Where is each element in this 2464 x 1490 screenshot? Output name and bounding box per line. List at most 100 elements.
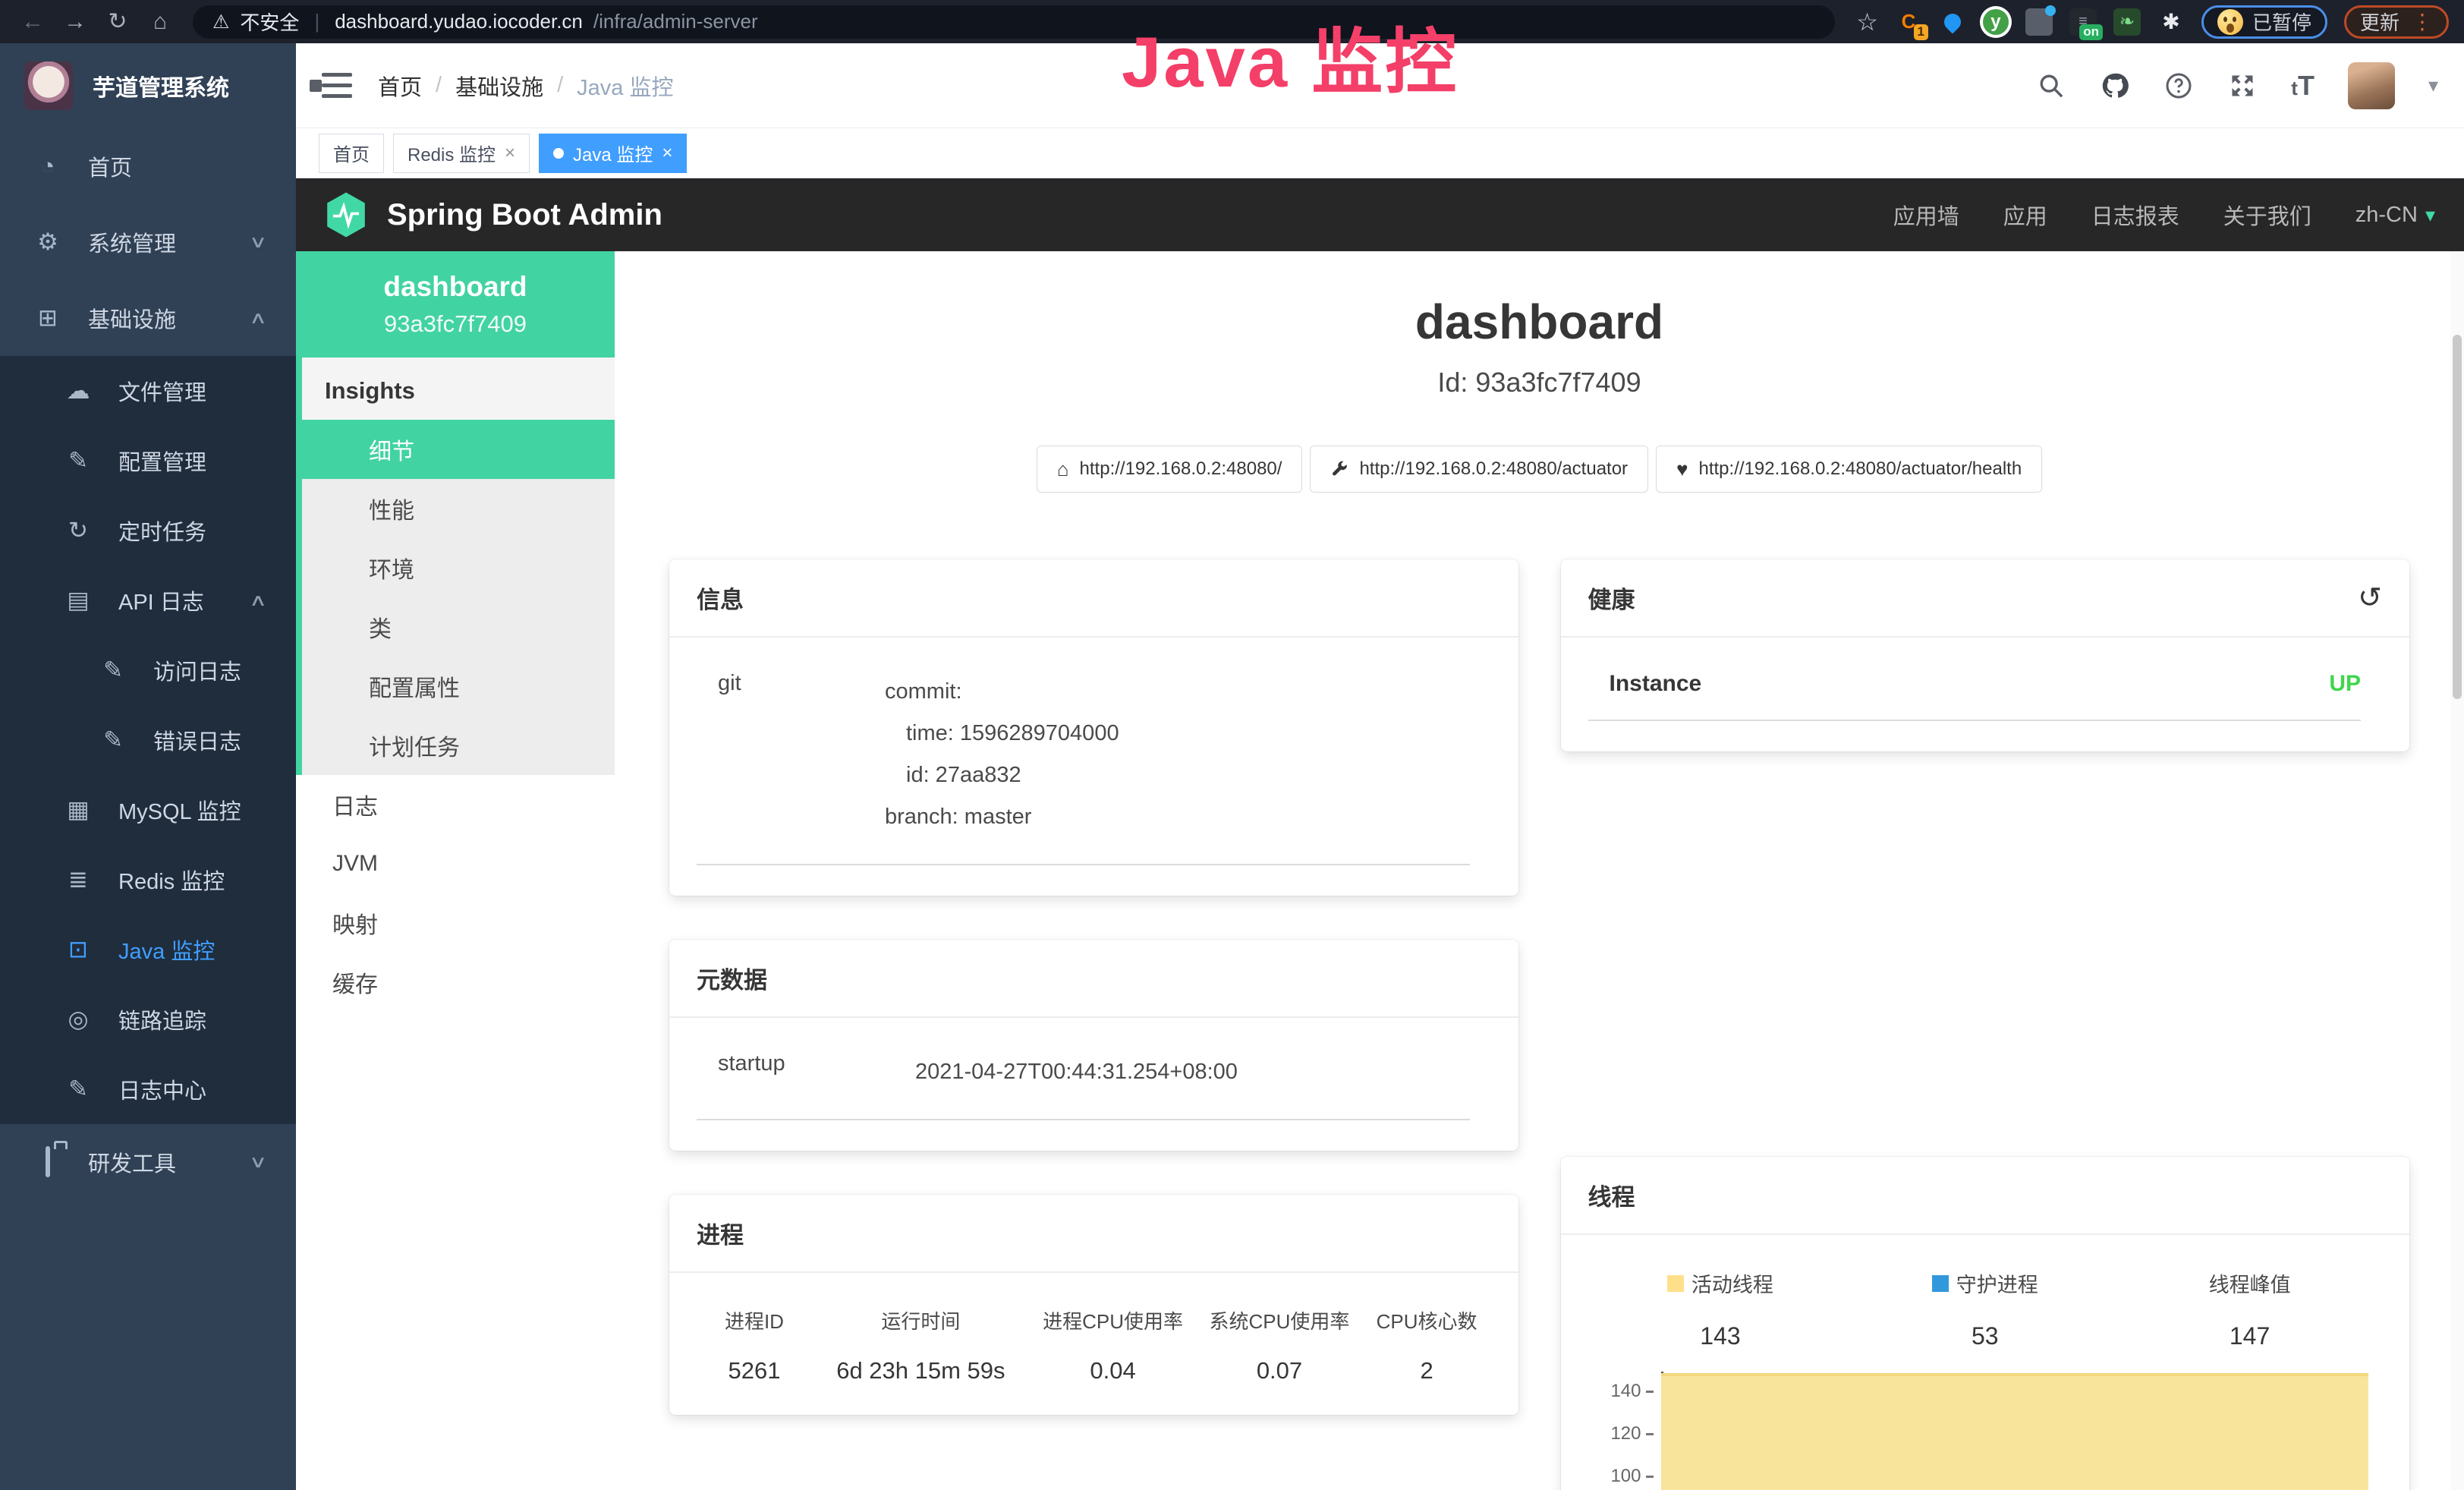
extension-icon-green-y[interactable]: y [1983, 9, 2009, 35]
tag-home[interactable]: 首页 [319, 134, 384, 173]
browser-home-button[interactable]: ⌂ [143, 5, 178, 39]
security-warning-icon[interactable]: ⚠ [212, 11, 229, 33]
font-size-icon[interactable]: tT [2291, 70, 2315, 102]
sba-root-items: 日志 JVM 映射 缓存 [296, 775, 615, 1012]
search-icon[interactable] [2036, 71, 2066, 101]
sba-item-classes[interactable]: 类 [302, 597, 615, 657]
health-card: 健康 ↺ Instance UP [1561, 559, 2410, 751]
info-git-row: git commit: time: 1596289704000 id: 27aa… [697, 671, 1470, 865]
update-button[interactable]: 更新 ⋮ [2344, 5, 2449, 39]
actuator-url-button[interactable]: http://192.168.0.2:48080/actuator [1310, 446, 1648, 493]
insights-group: Insights 细节 性能 环境 类 配置属性 计划任务 [296, 358, 615, 775]
sidebar-item-scheduled-jobs[interactable]: ↻ 定时任务 [0, 496, 296, 565]
sba-item-mappings[interactable]: 映射 [296, 893, 615, 953]
service-url-button[interactable]: ⌂ http://192.168.0.2:48080/ [1037, 446, 1303, 493]
sba-item-caches[interactable]: 缓存 [296, 953, 615, 1012]
breadcrumb-home[interactable]: 首页 [378, 70, 422, 102]
sidebar-item-java-monitor[interactable]: ⊡ Java 监控 [0, 915, 296, 984]
extension-icon-orange[interactable]: C 1 [1895, 8, 1922, 36]
address-bar[interactable]: ⚠ 不安全 | dashboard.yudao.iocoder.cn/infra… [193, 5, 1835, 39]
table-icon: ▦ [64, 796, 93, 824]
sidebar-item-redis-monitor[interactable]: ≣ Redis 监控 [0, 845, 296, 915]
sba-nav-journal[interactable]: 日志报表 [2091, 199, 2179, 231]
paused-indicator[interactable]: 已暂停 [2201, 5, 2327, 39]
health-instance-row[interactable]: Instance UP [1588, 671, 2362, 721]
sidebar-item-error-log[interactable]: ✎ 错误日志 [0, 705, 296, 775]
process-cell: 5261 [697, 1357, 812, 1384]
sba-brand[interactable]: Spring Boot Admin [325, 191, 662, 238]
health-history-icon[interactable]: ↺ [2358, 581, 2382, 615]
extension-icon-tampermonkey[interactable]: ≡ on [2069, 8, 2097, 36]
heartbeat-icon: ♥ [1676, 458, 1688, 481]
sidebar-item-file-manage[interactable]: ☁ 文件管理 [0, 356, 296, 426]
extensions-puzzle-icon[interactable]: ✱ [2157, 8, 2185, 36]
sba-item-details[interactable]: 细节 [302, 420, 615, 479]
avatar[interactable] [2348, 62, 2395, 109]
sidebar-item-system[interactable]: ⚙ 系统管理 ∨ [0, 204, 296, 280]
process-cell: 6d 23h 15m 59s [812, 1357, 1030, 1384]
tag-java-monitor[interactable]: Java 监控 × [539, 134, 687, 173]
sba-item-jvm[interactable]: JVM [296, 834, 615, 893]
browser-reload-button[interactable]: ↻ [100, 5, 135, 39]
sba-item-environment[interactable]: 环境 [302, 538, 615, 597]
sidebar-item-label: Java 监控 [118, 934, 215, 966]
extension-badge: 1 [1914, 24, 1928, 40]
sidebar-item-log-center[interactable]: ✎ 日志中心 [0, 1054, 296, 1124]
extension-icon-grid[interactable] [2025, 8, 2053, 36]
tag-redis-monitor[interactable]: Redis 监控 × [393, 134, 530, 173]
sidebar-item-trace[interactable]: ◎ 链路追踪 [0, 984, 296, 1054]
sba-item-config-props[interactable]: 配置属性 [302, 657, 615, 716]
health-url-label: http://192.168.0.2:48080/actuator/health [1699, 458, 2022, 480]
status-badge: UP [2329, 671, 2361, 697]
scrollbar-thumb[interactable] [2453, 335, 2462, 699]
sidebar-collapse-icon[interactable] [322, 73, 352, 99]
github-icon[interactable] [2100, 71, 2130, 101]
chevron-down-icon: ∨ [249, 1152, 267, 1172]
close-icon[interactable]: × [505, 143, 515, 164]
sba-sidebar: dashboard 93a3fc7f7409 Insights 细节 性能 环境… [296, 251, 615, 1490]
update-label: 更新 [2360, 8, 2399, 36]
browser-forward-button[interactable]: → [58, 5, 93, 39]
annotation-overlay-text: Java 监控 [1122, 5, 1459, 108]
live-threads-value: 143 [1588, 1322, 1853, 1350]
sidebar-item-api-log[interactable]: ▤ API 日志 ∧ [0, 565, 296, 635]
extension-icon-pin[interactable] [1939, 8, 1966, 36]
sba-brand-label: Spring Boot Admin [387, 198, 662, 232]
sidebar-item-config-manage[interactable]: ✎ 配置管理 [0, 426, 296, 496]
sba-item-logs[interactable]: 日志 [296, 775, 615, 834]
sidebar-item-access-log[interactable]: ✎ 访问日志 [0, 635, 296, 705]
legend-peak-threads: 线程峰值 [2117, 1268, 2382, 1298]
sidebar-item-home[interactable]: ◔ 首页 [0, 128, 296, 204]
screen-icon: ⊡ [64, 936, 93, 963]
browser-back-button[interactable]: ← [15, 5, 50, 39]
app-logo-row[interactable]: 芋道管理系统 [0, 43, 296, 128]
sba-item-scheduled-tasks[interactable]: 计划任务 [302, 716, 615, 775]
chart-plot-area [1661, 1381, 2369, 1490]
sba-item-metrics[interactable]: 性能 [302, 479, 615, 538]
sba-instance-header[interactable]: dashboard 93a3fc7f7409 [296, 251, 615, 358]
avatar-caret-icon[interactable]: ▾ [2428, 74, 2438, 97]
extension-icon-leaf[interactable]: ❧ [2113, 8, 2141, 36]
sidebar-item-mysql-monitor[interactable]: ▦ MySQL 监控 [0, 775, 296, 845]
help-icon[interactable] [2163, 71, 2194, 101]
sba-locale-select[interactable]: zh-CN ▾ [2355, 203, 2435, 228]
sba-nav-applications[interactable]: 应用 [2003, 199, 2047, 231]
browser-menu-icon[interactable]: ⋮ [2412, 9, 2433, 34]
sba-logo-icon [325, 191, 367, 238]
health-url-button[interactable]: ♥ http://192.168.0.2:48080/actuator/heal… [1656, 446, 2042, 493]
breadcrumb-infra[interactable]: 基础设施 [455, 70, 543, 102]
app-logo [24, 61, 73, 110]
close-icon[interactable]: × [662, 143, 672, 164]
sba-nav-about[interactable]: 关于我们 [2223, 199, 2311, 231]
process-col-header: 运行时间 [812, 1306, 1030, 1334]
content-scrollbar[interactable] [2450, 251, 2464, 1490]
bookmark-star-icon[interactable]: ☆ [1856, 8, 1878, 36]
sba-nav-wallboard[interactable]: 应用墙 [1893, 199, 1959, 231]
sidebar-item-infra[interactable]: ⊞ 基础设施 ∧ [0, 280, 296, 356]
fullscreen-icon[interactable] [2227, 71, 2258, 101]
peak-threads-value: 147 [2117, 1322, 2382, 1350]
sidebar-item-dev-tools[interactable]: 研发工具 ∨ [0, 1124, 296, 1200]
instance-links: ⌂ http://192.168.0.2:48080/ http://192.1… [615, 446, 2464, 493]
app-title: 芋道管理系统 [93, 69, 229, 102]
process-col-header: 进程ID [697, 1306, 812, 1334]
